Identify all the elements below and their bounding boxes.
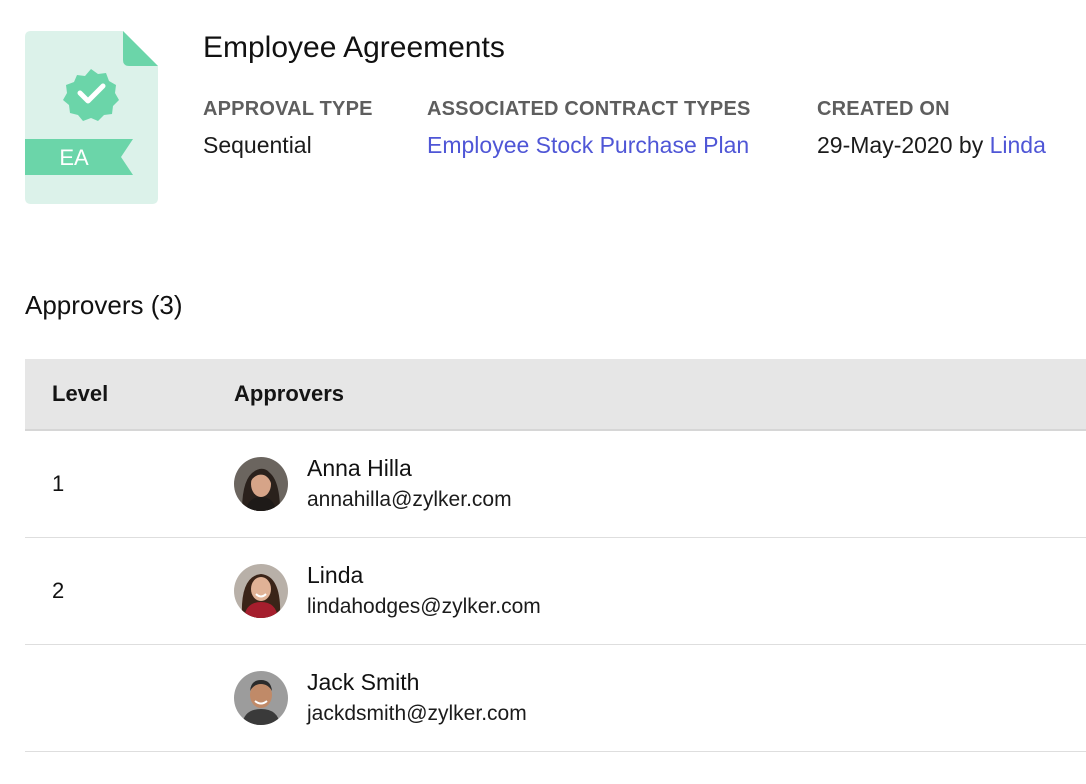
approver-email: annahilla@zylker.com xyxy=(307,488,512,511)
approver-name: Anna Hilla xyxy=(307,455,412,481)
approvers-section-title: Approvers (3) xyxy=(25,290,183,320)
avatar xyxy=(234,564,288,618)
table-row: 1 Anna Hilla annahilla@zylker.com xyxy=(25,431,1086,538)
created-on-label: CREATED ON xyxy=(817,98,950,120)
page-title: Employee Agreements xyxy=(203,31,505,64)
approval-type-field: APPROVAL TYPE Sequential xyxy=(203,96,373,160)
contract-types-label: ASSOCIATED CONTRACT TYPES xyxy=(427,98,751,120)
created-on-date: 29-May-2020 by xyxy=(817,132,984,158)
contract-type-link[interactable]: Employee Stock Purchase Plan xyxy=(427,132,749,158)
created-by-link[interactable]: Linda xyxy=(990,132,1046,158)
table-row: Jack Smith jackdsmith@zylker.com xyxy=(25,645,1086,752)
table-row: 2 Linda lindahodges@zylker.com xyxy=(25,538,1086,645)
created-on-field: CREATED ON 29-May-2020 by Linda xyxy=(817,96,1046,160)
approval-type-label: APPROVAL TYPE xyxy=(203,98,373,120)
avatar xyxy=(234,671,288,725)
approver-email: lindahodges@zylker.com xyxy=(307,595,541,618)
avatar xyxy=(234,457,288,511)
approval-details-page: EA Employee Agreements APPROVAL TYPE Seq… xyxy=(0,0,1086,784)
approver-name: Jack Smith xyxy=(307,669,420,695)
approvers-table: Level Approvers 1 Anna Hilla annahilla@z… xyxy=(25,359,1086,752)
approver-email: jackdsmith@zylker.com xyxy=(307,702,527,725)
approval-type-value: Sequential xyxy=(203,132,312,158)
contract-types-field: ASSOCIATED CONTRACT TYPES Employee Stock… xyxy=(427,96,751,160)
approver-name: Linda xyxy=(307,562,364,588)
table-header: Level Approvers xyxy=(25,359,1086,431)
approver-level: 2 xyxy=(52,578,65,603)
column-header-approvers: Approvers xyxy=(234,381,345,406)
column-header-level: Level xyxy=(52,381,109,406)
approver-level: 1 xyxy=(52,471,65,496)
icon-label: EA xyxy=(59,145,89,170)
document-badge-icon: EA xyxy=(25,31,158,204)
